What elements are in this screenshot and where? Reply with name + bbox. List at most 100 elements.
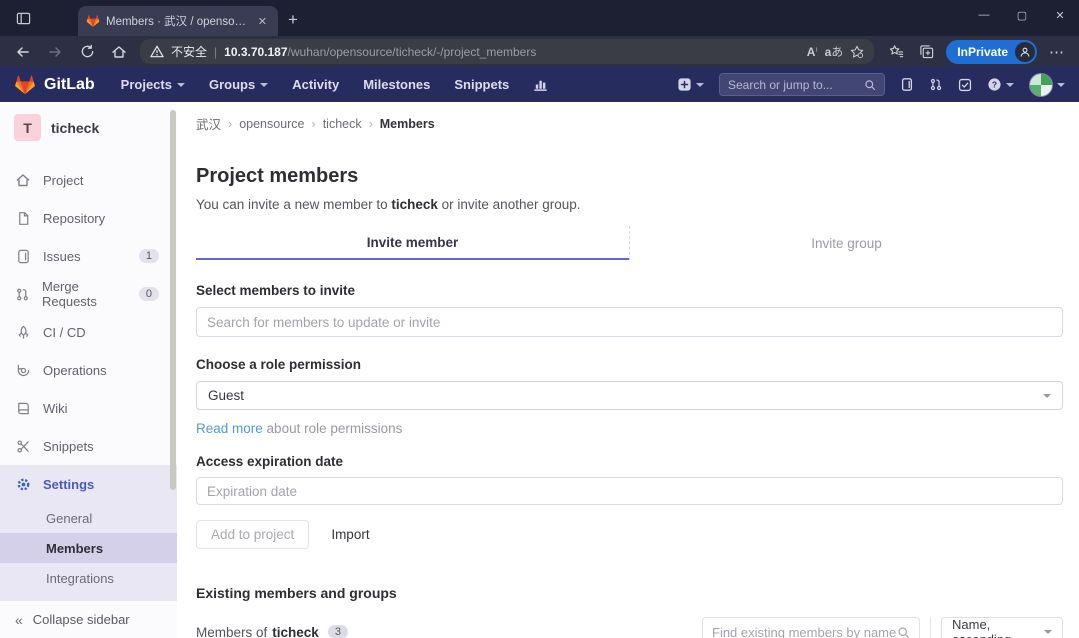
collapse-chevrons-icon: «: [15, 612, 23, 628]
new-menu-button[interactable]: [677, 77, 704, 92]
add-to-project-button[interactable]: Add to project: [196, 520, 309, 549]
merge-request-icon[interactable]: [929, 77, 943, 92]
gitlab-brand-text: GitLab: [44, 76, 95, 94]
url-text[interactable]: 10.3.70.187/wuhan/opensource/ticheck/-/p…: [224, 45, 800, 59]
browser-tab[interactable]: Members · 武汉 / opensource / ✕: [78, 6, 278, 36]
close-button[interactable]: ✕: [1041, 0, 1079, 30]
todos-icon[interactable]: [958, 78, 972, 92]
nav-projects[interactable]: Projects: [121, 77, 185, 92]
sidebar-item-cicd[interactable]: CI / CD: [0, 313, 177, 351]
select-members-label: Select members to invite: [196, 283, 1063, 298]
chevron-down-icon: [1044, 630, 1052, 634]
members-of-label: Members of ticheck 3: [196, 625, 348, 638]
tab-actions-icon[interactable]: [8, 3, 38, 33]
user-menu[interactable]: [1029, 73, 1065, 97]
find-members-field[interactable]: [702, 617, 920, 638]
page-title: Project members: [196, 165, 1063, 188]
sort-dropdown[interactable]: Name, ascending: [941, 617, 1063, 638]
tab-invite-group[interactable]: Invite group: [629, 226, 1063, 260]
scissors-icon: [15, 439, 31, 454]
tab-invite-member[interactable]: Invite member: [196, 226, 629, 260]
profile-avatar-icon: [1015, 42, 1035, 62]
breadcrumb-project[interactable]: ticheck: [323, 117, 362, 131]
read-aloud-icon[interactable]: A⁾: [807, 45, 818, 59]
sidebar-subitem-integrations[interactable]: Integrations: [0, 563, 177, 593]
merge-request-icon: [15, 287, 30, 302]
gear-icon: [15, 477, 31, 492]
find-members-input[interactable]: [712, 625, 897, 638]
minimize-button[interactable]: —: [965, 0, 1003, 30]
read-more-link[interactable]: Read more: [196, 421, 263, 436]
import-button[interactable]: Import: [323, 521, 377, 548]
sort-dropdown-value: Name, ascending: [952, 617, 1044, 638]
refresh-icon[interactable]: [72, 39, 102, 65]
browser-toolbar: 不安全 | 10.3.70.187/wuhan/opensource/tiche…: [0, 36, 1079, 67]
members-count-badge: 3: [328, 625, 348, 638]
gitlab-logo[interactable]: GitLab: [14, 74, 95, 96]
role-select[interactable]: Guest: [196, 381, 1063, 410]
collections-icon[interactable]: [912, 39, 940, 65]
expiration-label: Access expiration date: [196, 454, 1063, 469]
not-secure-warning-icon: [150, 45, 164, 58]
project-name: ticheck: [51, 120, 99, 136]
sidebar-scrollbar[interactable]: [170, 110, 176, 490]
favorites-star-icon[interactable]: [850, 45, 864, 59]
project-avatar: T: [14, 114, 41, 141]
user-avatar: [1029, 73, 1053, 97]
global-search-input[interactable]: [728, 78, 864, 92]
browser-menu-icon[interactable]: ⋯: [1043, 39, 1071, 65]
collapse-sidebar-button[interactable]: « Collapse sidebar: [0, 600, 177, 638]
members-panel-header: Members of ticheck 3 Name, ascending: [196, 616, 1063, 638]
sidebar-item-settings[interactable]: Settings: [0, 465, 177, 503]
chevron-down-icon: [177, 83, 185, 87]
home-icon[interactable]: [104, 39, 134, 65]
project-header[interactable]: T ticheck: [0, 102, 177, 151]
security-label[interactable]: 不安全: [171, 43, 207, 60]
sidebar-item-project[interactable]: Project: [0, 161, 177, 199]
sidebar-subitem-members[interactable]: Members: [0, 533, 177, 563]
breadcrumb-group[interactable]: 武汉: [196, 114, 221, 133]
translate-icon[interactable]: aあ: [825, 43, 844, 60]
role-permission-label: Choose a role permission: [196, 357, 1063, 372]
maximize-button[interactable]: ▢: [1003, 0, 1041, 30]
chevron-down-icon: [696, 83, 704, 87]
members-search-input[interactable]: [196, 307, 1063, 337]
global-search[interactable]: [719, 73, 885, 96]
nav-snippets[interactable]: Snippets: [454, 77, 509, 92]
role-select-value: Guest: [208, 388, 244, 403]
expiration-input[interactable]: [196, 477, 1063, 505]
svg-text:?: ?: [992, 80, 997, 90]
chart-icon[interactable]: [533, 77, 548, 92]
help-icon[interactable]: ?: [987, 77, 1014, 92]
favorites-hub-icon[interactable]: [882, 39, 910, 65]
sidebar-item-repository[interactable]: Repository: [0, 199, 177, 237]
forward-icon[interactable]: [40, 39, 70, 65]
sidebar-item-operations[interactable]: Operations: [0, 351, 177, 389]
sidebar-item-issues[interactable]: Issues 1: [0, 237, 177, 275]
existing-members-heading: Existing members and groups: [196, 585, 1063, 601]
chevron-down-icon: [1043, 394, 1051, 398]
chevron-down-icon: [1006, 83, 1014, 87]
sidebar-item-merge-requests[interactable]: Merge Requests 0: [0, 275, 177, 313]
nav-milestones[interactable]: Milestones: [363, 77, 430, 92]
main-content: 武汉 › opensource › ticheck › Members Proj…: [177, 102, 1079, 638]
nav-activity[interactable]: Activity: [292, 77, 339, 92]
chevron-down-icon: [1057, 83, 1065, 87]
project-sidebar: T ticheck Project Repository Issues 1 Me…: [0, 102, 177, 638]
inprivate-badge[interactable]: InPrivate: [946, 40, 1037, 64]
sidebar-item-wiki[interactable]: Wiki: [0, 389, 177, 427]
breadcrumb-current: Members: [380, 117, 435, 131]
sidebar-subitem-general[interactable]: General: [0, 503, 177, 533]
search-icon: [864, 79, 876, 91]
gitlab-navbar: GitLab Projects Groups Activity Mileston…: [0, 67, 1079, 102]
tab-close-icon[interactable]: ✕: [255, 15, 270, 28]
address-bar[interactable]: 不安全 | 10.3.70.187/wuhan/opensource/tiche…: [140, 39, 874, 64]
sidebar-item-snippets[interactable]: Snippets: [0, 427, 177, 465]
nav-groups[interactable]: Groups: [209, 77, 268, 92]
issues-icon[interactable]: [900, 77, 914, 92]
book-icon: [15, 401, 31, 416]
new-tab-button[interactable]: +: [288, 10, 298, 30]
back-icon[interactable]: [8, 39, 38, 65]
invite-tabs: Invite member Invite group: [196, 226, 1063, 260]
breadcrumb-subgroup[interactable]: opensource: [239, 117, 304, 131]
